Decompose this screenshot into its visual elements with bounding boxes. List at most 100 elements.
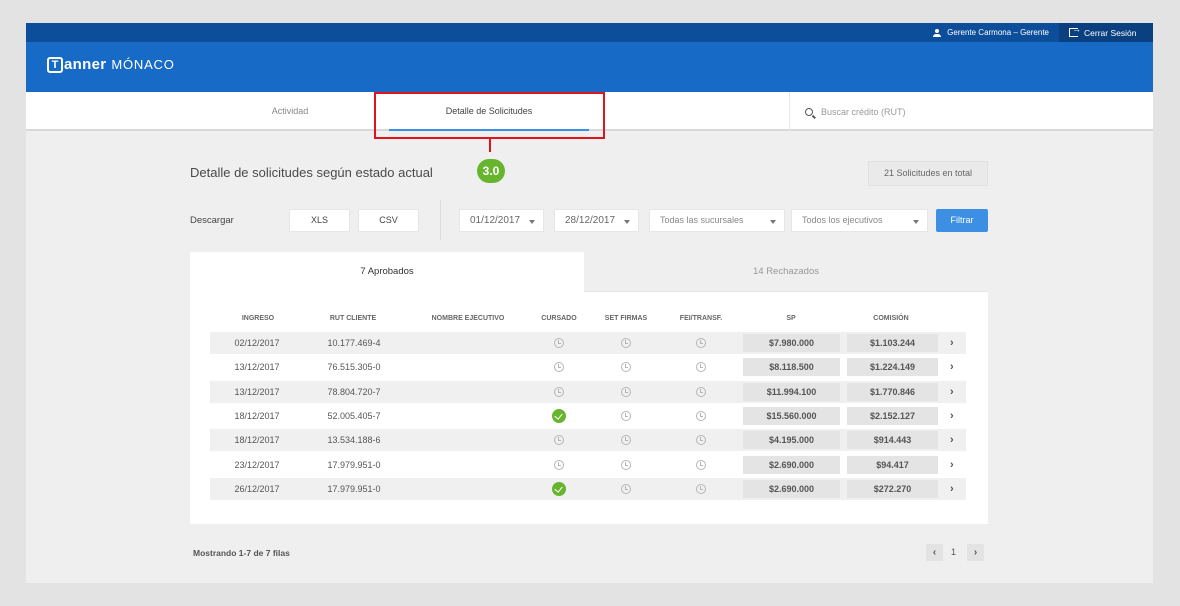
comision-cell: $1.224.149 bbox=[847, 358, 938, 377]
clock-icon bbox=[621, 338, 631, 348]
clock-icon bbox=[696, 483, 706, 494]
rows-count: Mostrando 1-7 de 7 filas bbox=[193, 548, 290, 558]
search-icon bbox=[805, 107, 813, 116]
executive-select[interactable]: Todos los ejecutivos bbox=[791, 209, 928, 232]
chevron-right-icon[interactable]: › bbox=[950, 405, 954, 427]
logo-name: anner bbox=[64, 56, 107, 73]
clock-icon bbox=[554, 362, 564, 373]
date-to-value: 28/12/2017 bbox=[565, 215, 616, 226]
user-label: Gerente Carmona – Gerente bbox=[947, 28, 1049, 37]
clock-icon bbox=[696, 459, 706, 470]
clock-icon bbox=[554, 386, 564, 397]
sp-cell: $11.994.100 bbox=[743, 382, 840, 401]
page-title: Detalle de solicitudes según estado actu… bbox=[190, 165, 433, 180]
clock-icon bbox=[696, 410, 706, 421]
clock-icon bbox=[621, 362, 631, 373]
clock-icon bbox=[621, 386, 631, 397]
next-page-button[interactable]: › bbox=[967, 544, 984, 561]
table-row[interactable]: 13/12/2017 78.804.720-7 $11.994.100 $1.770.… bbox=[210, 380, 966, 403]
clock-icon bbox=[696, 362, 706, 373]
prev-page-button[interactable]: ‹ bbox=[926, 544, 943, 561]
comision-cell: $1.770.846 bbox=[847, 382, 938, 401]
sp-cell: $7.980.000 bbox=[743, 334, 840, 352]
ingreso-cell: 13/12/2017 bbox=[234, 362, 280, 373]
clock-icon bbox=[554, 435, 564, 446]
ingreso-cell: 18/12/2017 bbox=[234, 410, 280, 421]
rut-cell: 78.804.720-7 bbox=[327, 386, 381, 397]
rut-cell: 76.515.305-0 bbox=[327, 362, 381, 373]
branch-select[interactable]: Todas las sucursales bbox=[649, 209, 785, 232]
divider bbox=[440, 200, 441, 240]
tab-aprobados[interactable]: 7 Aprobados bbox=[190, 252, 584, 292]
search-input[interactable]: Buscar crédito (RUT) bbox=[789, 92, 1153, 131]
ingreso-cell: 02/12/2017 bbox=[234, 338, 280, 348]
annotation-connector bbox=[489, 139, 491, 152]
logout-label: Cerrar Sesión bbox=[1084, 27, 1137, 38]
table-row[interactable]: 13/12/2017 76.515.305-0 $8.118.500 $1.224.1… bbox=[210, 356, 966, 378]
sp-cell: $2.690.000 bbox=[743, 455, 840, 474]
sp-cell: $2.690.000 bbox=[743, 479, 840, 498]
branch-value: Todas las sucursales bbox=[660, 215, 744, 225]
tab-actividad[interactable]: Actividad bbox=[190, 92, 390, 131]
comision-cell: $94.417 bbox=[847, 455, 938, 474]
total-badge: 21 Solicitudes en total bbox=[868, 161, 988, 186]
date-to-select[interactable]: 28/12/2017 bbox=[554, 209, 639, 232]
ingreso-cell: 23/12/2017 bbox=[234, 459, 280, 470]
clock-icon bbox=[554, 338, 564, 348]
column-header[interactable]: RUT CLIENTE bbox=[318, 315, 388, 322]
tab-rechazados[interactable]: 14 Rechazados bbox=[584, 252, 988, 292]
rut-cell: 17.979.951-0 bbox=[327, 483, 381, 494]
logout-icon bbox=[1069, 24, 1081, 37]
chevron-right-icon[interactable]: › bbox=[950, 356, 954, 378]
column-header[interactable]: CURSADO bbox=[534, 315, 584, 322]
table-row[interactable]: 02/12/2017 10.177.469-4 $7.980.000 $1.103.2… bbox=[210, 332, 966, 354]
date-from-value: 01/12/2017 bbox=[470, 215, 521, 226]
column-header[interactable]: INGRESO bbox=[228, 315, 288, 322]
logo[interactable]: T anner MÓNACO bbox=[47, 56, 175, 73]
rut-cell: 17.979.951-0 bbox=[327, 459, 381, 470]
column-header[interactable]: SET FIRMAS bbox=[598, 315, 654, 322]
rut-cell: 10.177.469-4 bbox=[327, 338, 381, 348]
user-menu[interactable]: Gerente Carmona – Gerente bbox=[933, 23, 1049, 42]
column-header[interactable]: FEI/TRANSF. bbox=[673, 315, 729, 322]
ingreso-cell: 13/12/2017 bbox=[234, 386, 280, 397]
executive-value: Todos los ejecutivos bbox=[802, 215, 883, 225]
chevron-right-icon[interactable]: › bbox=[950, 454, 954, 476]
column-header[interactable]: SP bbox=[766, 315, 816, 322]
chevron-right-icon[interactable]: › bbox=[950, 381, 954, 403]
ingreso-cell: 26/12/2017 bbox=[234, 483, 280, 494]
clock-icon bbox=[621, 410, 631, 421]
download-xls-button[interactable]: XLS bbox=[289, 209, 350, 232]
clock-icon bbox=[621, 459, 631, 470]
logo-subtitle: MÓNACO bbox=[111, 57, 175, 72]
table-row[interactable]: 18/12/2017 13.534.188-6 $4.195.000 $914.443… bbox=[210, 429, 966, 452]
table-row[interactable]: 26/12/2017 17.979.951-0 $2.690.000 $272.270… bbox=[210, 477, 966, 500]
requests-card: 7 Aprobados 14 Rechazados INGRESO RUT CL… bbox=[190, 252, 988, 524]
brand-bar: T anner MÓNACO bbox=[26, 42, 1153, 92]
table-header: INGRESO RUT CLIENTE NOMBRE EJECUTIVO CUR… bbox=[210, 315, 966, 327]
chevron-down-icon bbox=[913, 220, 919, 224]
page-number[interactable]: 1 bbox=[951, 544, 956, 561]
annotation-step-badge: 3.0 bbox=[477, 159, 505, 183]
table-row[interactable]: 23/12/2017 17.979.951-0 $2.690.000 $94.417 › bbox=[210, 454, 966, 476]
sp-cell: $8.118.500 bbox=[743, 358, 840, 377]
annotation-highlight-box bbox=[374, 92, 605, 139]
clock-icon bbox=[621, 435, 631, 446]
chevron-right-icon[interactable]: › bbox=[950, 478, 954, 500]
chevron-right-icon[interactable]: › bbox=[950, 429, 954, 451]
date-from-select[interactable]: 01/12/2017 bbox=[459, 209, 544, 232]
comision-cell: $2.152.127 bbox=[847, 406, 938, 425]
column-header[interactable]: NOMBRE EJECUTIVO bbox=[423, 315, 513, 322]
chevron-right-icon[interactable]: › bbox=[950, 332, 954, 354]
ingreso-cell: 18/12/2017 bbox=[234, 435, 280, 446]
table-row[interactable]: 18/12/2017 52.005.405-7 $15.560.000 $2.152.… bbox=[210, 405, 966, 427]
chevron-down-icon bbox=[529, 220, 535, 224]
sp-cell: $4.195.000 bbox=[743, 431, 840, 450]
rut-cell: 13.534.188-6 bbox=[327, 435, 381, 446]
top-bar: Gerente Carmona – Gerente Cerrar Sesión bbox=[26, 23, 1153, 42]
download-csv-button[interactable]: CSV bbox=[358, 209, 419, 232]
column-header[interactable]: COMISIÓN bbox=[861, 315, 921, 322]
filter-button[interactable]: Filtrar bbox=[936, 209, 988, 232]
comision-cell: $1.103.244 bbox=[847, 334, 938, 352]
logout-button[interactable]: Cerrar Sesión bbox=[1059, 23, 1153, 42]
